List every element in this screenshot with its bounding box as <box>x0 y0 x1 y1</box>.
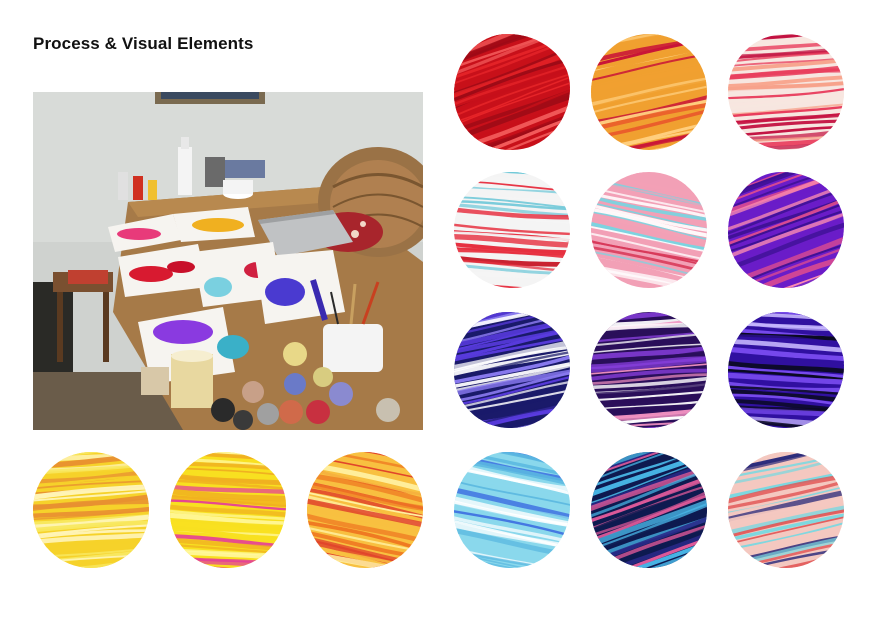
swatch-purple-pink <box>728 172 844 288</box>
swatch-orange-red <box>591 34 707 150</box>
swatch-orange-yellow <box>307 452 423 568</box>
swatch-yellow <box>33 452 149 568</box>
swatch-navy-violet <box>454 312 570 428</box>
studio-table-photo <box>33 92 423 430</box>
swatch-cyan-blue <box>454 452 570 568</box>
swatch-multi <box>728 452 844 568</box>
page-title: Process & Visual Elements <box>33 34 254 53</box>
swatch-pink-cyan <box>591 172 707 288</box>
swatch-red-cyan <box>454 172 570 288</box>
swatch-yellow-pink <box>170 452 286 568</box>
swatch-pink-white <box>728 34 844 150</box>
swatch-violet-pink <box>591 312 707 428</box>
swatch-red <box>454 34 570 150</box>
swatch-violet-black <box>728 312 844 428</box>
swatch-navy-cyan <box>591 452 707 568</box>
